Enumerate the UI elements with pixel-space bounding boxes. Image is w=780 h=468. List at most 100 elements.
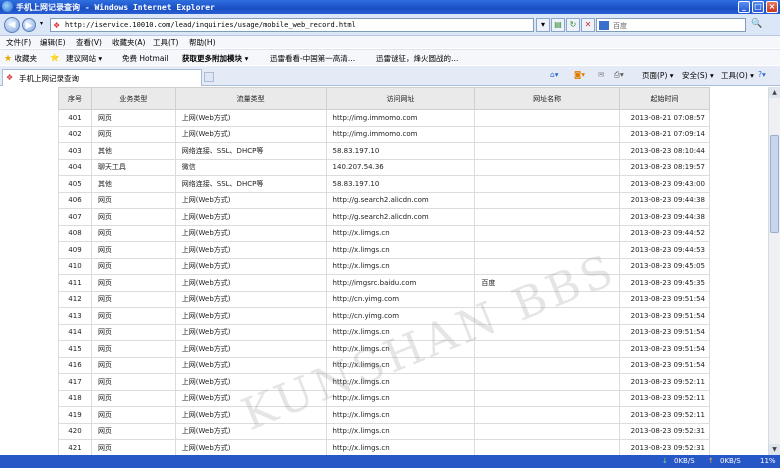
feeds-icon[interactable]: ◙▾ [574, 70, 585, 79]
cell-business-type: 网页 [90, 307, 176, 325]
table-row: 405 其他 网络连接、SSL、DHCP等 58.83.197.10 2013-08-2… [58, 175, 711, 193]
menu-file[interactable]: 文件(F) [6, 37, 31, 48]
cell-business-type: 网页 [90, 422, 176, 440]
address-bar: ◀ ▶ ▾ ❖ http://iservice.10010.com/lead/i… [0, 14, 780, 36]
cell-url: http://g.search2.alicdn.com [325, 208, 476, 226]
header-start-time: 起始时间 [618, 87, 711, 110]
forward-button[interactable]: ▶ [22, 18, 36, 32]
tab-favicon-icon: ❖ [6, 73, 14, 82]
status-percent: 11% [760, 457, 776, 465]
cell-start-time: 2013-08-23 09:44:38 [618, 191, 711, 209]
cell-start-time: 2013-08-23 09:52:31 [618, 439, 711, 455]
cell-business-type: 网页 [90, 274, 176, 292]
cell-traffic-type: 上网(Web方式) [174, 307, 327, 325]
search-input[interactable]: 百度 [596, 18, 746, 32]
tab-row: ❖ 手机上网记录查询 ⌂▾ ◙▾ ✉ ⎙▾ 页面(P) ▾ 安全(S) ▾ 工具… [0, 66, 780, 86]
cell-index: 414 [58, 323, 92, 341]
fav-item-addons[interactable]: 获取更多附加模块 ▾ [182, 53, 248, 64]
cell-url: http://x.limgs.cn [325, 406, 476, 424]
download-arrow-icon: ↓ [662, 457, 668, 465]
cell-business-type: 其他 [90, 175, 176, 193]
vertical-scrollbar[interactable]: ▲ ▼ [768, 87, 780, 455]
stop-icon[interactable]: ✕ [581, 18, 595, 32]
cell-site-name [474, 406, 620, 424]
safety-menu[interactable]: 安全(S) ▾ [682, 70, 714, 81]
cell-index: 415 [58, 340, 92, 358]
cell-traffic-type: 微信 [174, 158, 327, 176]
page-menu[interactable]: 页面(P) ▾ [642, 70, 674, 81]
cell-site-name [474, 422, 620, 440]
refresh-icon[interactable]: ↻ [566, 18, 580, 32]
cell-index: 401 [58, 109, 92, 127]
close-button[interactable]: × [766, 1, 778, 13]
cell-business-type: 网页 [90, 290, 176, 308]
cell-index: 408 [58, 224, 92, 242]
new-tab-button[interactable] [204, 72, 214, 82]
favorites-label: 收藏夹 [14, 54, 37, 63]
minimize-button[interactable]: _ [738, 1, 750, 13]
cell-traffic-type: 网络连接、SSL、DHCP等 [174, 175, 327, 193]
cell-index: 402 [58, 125, 92, 143]
menu-edit[interactable]: 编辑(E) [40, 37, 66, 48]
menu-help[interactable]: 帮助(H) [189, 37, 216, 48]
cell-business-type: 网页 [90, 224, 176, 242]
scroll-up-icon[interactable]: ▲ [769, 87, 780, 98]
cell-url: http://x.limgs.cn [325, 439, 476, 455]
cell-traffic-type: 上网(Web方式) [174, 125, 327, 143]
menu-view[interactable]: 查看(V) [76, 37, 102, 48]
tab-mobile-web-record[interactable]: ❖ 手机上网记录查询 [2, 69, 202, 86]
cell-url: http://x.limgs.cn [325, 224, 476, 242]
url-input[interactable]: ❖ http://iservice.10010.com/lead/inquiri… [50, 18, 534, 32]
cell-start-time: 2013-08-23 09:44:52 [618, 224, 711, 242]
home-icon[interactable]: ⌂▾ [550, 70, 559, 79]
site-favicon-icon: ❖ [53, 21, 61, 30]
add-favorite-icon[interactable]: ⭐ [50, 53, 59, 62]
cell-site-name [474, 356, 620, 374]
cell-start-time: 2013-08-23 08:19:57 [618, 158, 711, 176]
cell-site-name [474, 340, 620, 358]
window-titlebar: 手机上网记录查询 - Windows Internet Explorer _ □… [0, 0, 780, 14]
status-bar: ↓ 0KB/S ↑ 0KB/S 11% [0, 455, 780, 468]
menu-tools[interactable]: 工具(T) [153, 37, 178, 48]
search-button-icon[interactable]: 🔍 [750, 18, 764, 32]
mail-icon[interactable]: ✉ [598, 70, 604, 79]
fav-item-suggested[interactable]: 建议网站 ▾ [66, 53, 102, 64]
table-header-row: 序号 业务类型 流量类型 访问网址 网址名称 起始时间 [58, 87, 711, 110]
favorites-button[interactable]: ★ 收藏夹 [4, 53, 37, 64]
maximize-button[interactable]: □ [752, 1, 764, 13]
fav-item-hotmail[interactable]: 免费 Hotmail [122, 53, 169, 64]
scroll-down-icon[interactable]: ▼ [769, 444, 780, 455]
cell-index: 405 [58, 175, 92, 193]
history-dropdown-icon[interactable]: ▾ [40, 20, 43, 27]
cell-index: 412 [58, 290, 92, 308]
header-traffic-type: 流量类型 [174, 87, 327, 110]
fav-item-xunlei-kankan[interactable]: 迅雷看看-中国第一高清… [270, 53, 355, 64]
url-text: http://iservice.10010.com/lead/inquiries… [65, 21, 356, 29]
print-icon[interactable]: ⎙▾ [614, 70, 624, 80]
ie-logo-icon [2, 1, 13, 12]
cell-traffic-type: 上网(Web方式) [174, 290, 327, 308]
menu-favorites[interactable]: 收藏夹(A) [112, 37, 145, 48]
back-button[interactable]: ◀ [4, 17, 20, 33]
cell-site-name [474, 142, 620, 160]
favorites-star-icon: ★ [4, 54, 13, 64]
cell-index: 406 [58, 191, 92, 209]
cell-index: 404 [58, 158, 92, 176]
cell-start-time: 2013-08-21 07:09:14 [618, 125, 711, 143]
cell-url: 58.83.197.10 [325, 142, 476, 160]
cell-index: 407 [58, 208, 92, 226]
cell-start-time: 2013-08-23 09:45:05 [618, 257, 711, 275]
cell-business-type: 网页 [90, 389, 176, 407]
table-row: 402 网页 上网(Web方式) http://img.immomo.com 2013-… [58, 125, 711, 143]
cell-business-type: 网页 [90, 406, 176, 424]
compat-view-icon[interactable]: ▤ [551, 18, 565, 32]
fav-item-xunlei-game[interactable]: 迅雷谜征，烽火圆战的… [376, 53, 459, 64]
tools-menu[interactable]: 工具(O) ▾ [721, 70, 754, 81]
header-site-name: 网址名称 [474, 87, 620, 110]
cell-index: 409 [58, 241, 92, 259]
help-icon[interactable]: ?▾ [758, 70, 766, 79]
url-dropdown-icon[interactable]: ▾ [536, 18, 550, 32]
cell-traffic-type: 上网(Web方式) [174, 191, 327, 209]
scroll-thumb[interactable] [770, 135, 779, 233]
cell-business-type: 网页 [90, 340, 176, 358]
